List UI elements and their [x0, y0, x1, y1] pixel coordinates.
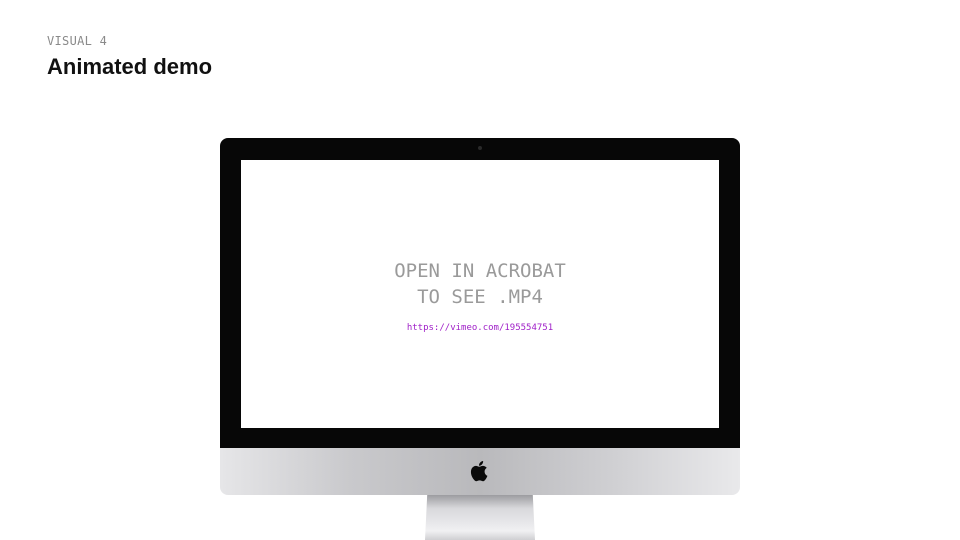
- imac-illustration: OPEN IN ACROBAT TO SEE .MP4 https://vime…: [220, 138, 740, 540]
- camera-icon: [478, 146, 482, 150]
- slide: VISUAL 4 Animated demo OPEN IN ACROBAT T…: [0, 0, 960, 540]
- monitor-screen[interactable]: OPEN IN ACROBAT TO SEE .MP4 https://vime…: [241, 160, 719, 428]
- apple-logo-icon: [470, 461, 488, 482]
- video-link[interactable]: https://vimeo.com/195554751: [241, 323, 719, 333]
- section-label: VISUAL 4: [47, 34, 108, 48]
- monitor-bezel: OPEN IN ACROBAT TO SEE .MP4 https://vime…: [220, 138, 740, 448]
- screen-message: OPEN IN ACROBAT TO SEE .MP4: [241, 258, 719, 310]
- page-title: Animated demo: [47, 54, 213, 79]
- monitor-stand: [425, 495, 535, 540]
- screen-message-line-2: TO SEE .MP4: [417, 286, 543, 308]
- monitor-chin: [220, 448, 740, 495]
- screen-message-line-1: OPEN IN ACROBAT: [394, 260, 566, 282]
